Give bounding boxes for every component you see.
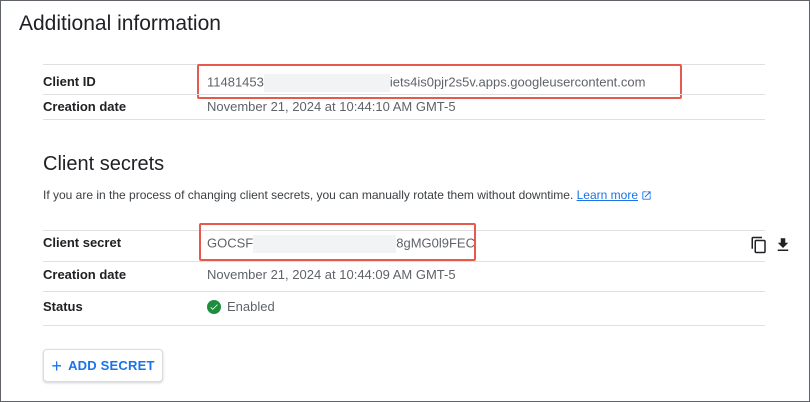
plus-icon: + [51,355,63,376]
add-secret-label: ADD SECRET [68,358,155,373]
client-secrets-title: Client secrets [43,153,165,175]
external-link-icon[interactable] [641,190,652,201]
page-title: Additional information [19,12,221,35]
add-secret-button[interactable]: + ADD SECRET [43,349,163,382]
client-secrets-description: If you are in the process of changing cl… [43,188,652,202]
creation-date-value: November 21, 2024 at 10:44:10 AM GMT-5 [207,99,456,114]
app-frame: Additional information Client ID 1148145… [0,0,810,402]
divider [43,291,765,292]
client-secret-label: Client secret [43,235,122,250]
status-label: Status [43,299,83,314]
secret-creation-date-value: November 21, 2024 at 10:44:09 AM GMT-5 [207,267,456,282]
divider [43,325,765,326]
divider [43,119,765,120]
copy-icon[interactable] [750,236,768,254]
creation-date-label: Creation date [43,99,127,114]
client-secret-highlight [199,223,476,261]
secret-creation-date-label: Creation date [43,267,127,282]
divider [43,261,765,262]
learn-more-link[interactable]: Learn more [577,188,638,202]
divider [43,94,765,95]
download-icon[interactable] [774,236,792,254]
status-indicator: Enabled [207,299,275,314]
check-circle-icon [207,299,221,314]
description-text: If you are in the process of changing cl… [43,188,574,202]
status-value: Enabled [227,299,275,314]
client-id-label: Client ID [43,74,96,89]
